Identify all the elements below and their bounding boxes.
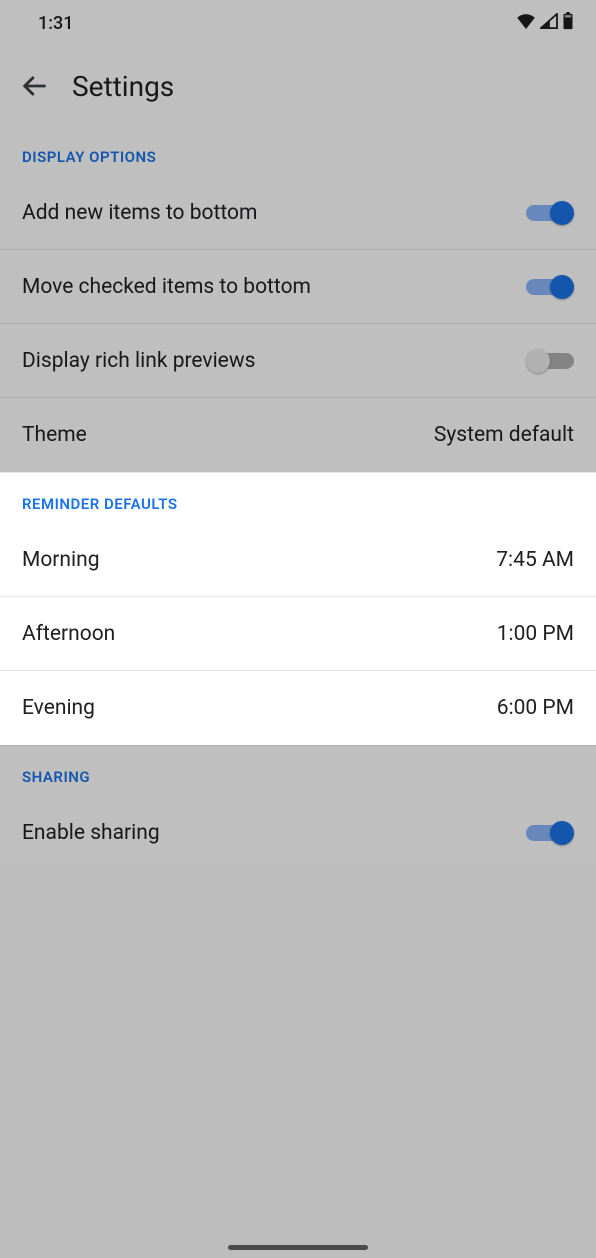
- row-label: Evening: [22, 696, 95, 720]
- row-label: Move checked items to bottom: [22, 275, 311, 299]
- status-icons: [516, 12, 574, 35]
- row-afternoon[interactable]: Afternoon 1:00 PM: [0, 597, 596, 671]
- evening-value: 6:00 PM: [497, 696, 574, 720]
- wifi-icon: [516, 13, 536, 34]
- section-header-sharing: SHARING: [0, 746, 596, 796]
- afternoon-value: 1:00 PM: [497, 622, 574, 646]
- row-evening[interactable]: Evening 6:00 PM: [0, 671, 596, 745]
- section-sharing: SHARING Enable sharing: [0, 745, 596, 870]
- section-header-reminder: REMINDER DEFAULTS: [0, 473, 596, 523]
- cell-signal-icon: [540, 13, 558, 34]
- morning-value: 7:45 AM: [496, 548, 574, 572]
- section-reminder-defaults: REMINDER DEFAULTS Morning 7:45 AM Aftern…: [0, 472, 596, 745]
- toggle-enable-sharing[interactable]: [526, 819, 574, 847]
- toggle-rich-link-previews[interactable]: [526, 347, 574, 375]
- row-add-new-items-bottom[interactable]: Add new items to bottom: [0, 176, 596, 250]
- nav-handle[interactable]: [228, 1245, 368, 1250]
- row-enable-sharing[interactable]: Enable sharing: [0, 796, 596, 870]
- section-header-display: DISPLAY OPTIONS: [0, 126, 596, 176]
- battery-icon: [562, 12, 574, 35]
- row-label: Morning: [22, 548, 100, 572]
- app-bar: Settings: [0, 46, 596, 126]
- row-morning[interactable]: Morning 7:45 AM: [0, 523, 596, 597]
- row-label: Add new items to bottom: [22, 201, 257, 225]
- row-move-checked-bottom[interactable]: Move checked items to bottom: [0, 250, 596, 324]
- section-display-options: DISPLAY OPTIONS Add new items to bottom …: [0, 126, 596, 472]
- toggle-move-checked-bottom[interactable]: [526, 273, 574, 301]
- row-label: Display rich link previews: [22, 349, 255, 373]
- page-title: Settings: [72, 70, 174, 103]
- row-label: Theme: [22, 423, 87, 447]
- row-theme[interactable]: Theme System default: [0, 398, 596, 472]
- toggle-add-new-items-bottom[interactable]: [526, 199, 574, 227]
- row-label: Enable sharing: [22, 821, 160, 845]
- row-rich-link-previews[interactable]: Display rich link previews: [0, 324, 596, 398]
- status-bar: 1:31: [0, 0, 596, 46]
- back-icon[interactable]: [20, 72, 48, 100]
- theme-value: System default: [434, 423, 574, 447]
- status-time: 1:31: [38, 13, 73, 34]
- row-label: Afternoon: [22, 622, 115, 646]
